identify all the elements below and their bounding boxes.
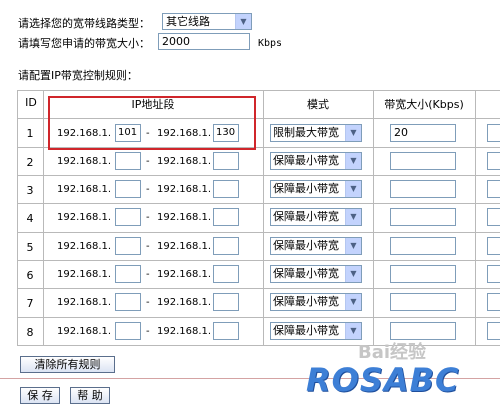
range-dash: - [146, 156, 150, 167]
ip-end-input[interactable] [213, 265, 239, 283]
bandwidth-value-input[interactable] [390, 265, 456, 283]
ip-prefix-start: 192.168.1. [57, 326, 112, 337]
ip-end-input[interactable] [213, 180, 239, 198]
range-dash: - [146, 326, 150, 337]
row-extra-input[interactable] [487, 208, 500, 226]
ip-prefix-end: 192.168.1. [157, 184, 212, 195]
bandwidth-value-input[interactable] [390, 152, 456, 170]
range-dash: - [146, 269, 150, 280]
header-bandwidth: 带宽大小(Kbps) [384, 98, 464, 111]
mode-value: 保障最小带宽 [273, 182, 339, 195]
range-dash: - [146, 212, 150, 223]
row-extra-input[interactable] [487, 124, 500, 142]
ip-prefix-start: 192.168.1. [57, 269, 112, 280]
row-extra-input[interactable] [487, 152, 500, 170]
chevron-down-icon: ▼ [345, 153, 361, 169]
row-id: 2 [26, 156, 34, 169]
mode-select[interactable]: 保障最小带宽 ▼ [270, 293, 362, 311]
mode-value: 保障最小带宽 [273, 295, 339, 308]
ip-start-input[interactable] [115, 293, 141, 311]
bandwidth-value-input[interactable] [390, 237, 456, 255]
chevron-down-icon: ▼ [345, 266, 361, 282]
row-id: 1 [26, 127, 34, 140]
help-button[interactable]: 帮 助 [70, 387, 110, 404]
mode-select[interactable]: 保障最小带宽 ▼ [270, 265, 362, 283]
ip-prefix-end: 192.168.1. [157, 212, 212, 223]
bandwidth-unit: Kbps [258, 38, 283, 49]
header-id: ID [25, 96, 37, 109]
rosabc-logo: ROSABC [306, 361, 460, 399]
ip-prefix-end: 192.168.1. [157, 297, 212, 308]
ip-end-input[interactable] [213, 152, 239, 170]
mode-select[interactable]: 保障最小带宽 ▼ [270, 208, 362, 226]
chevron-down-icon: ▼ [345, 181, 361, 197]
row-extra-input[interactable] [487, 180, 500, 198]
mode-select[interactable]: 保障最小带宽 ▼ [270, 237, 362, 255]
row-id: 6 [26, 269, 34, 282]
line-type-value: 其它线路 [166, 15, 210, 28]
bandwidth-value-input[interactable] [390, 208, 456, 226]
range-dash: - [146, 184, 150, 195]
mode-value: 保障最小带宽 [273, 239, 339, 252]
rules-label: 请配置IP带宽控制规则： [18, 69, 138, 82]
chevron-down-icon: ▼ [345, 238, 361, 254]
row-extra-input[interactable] [487, 293, 500, 311]
mode-select[interactable]: 保障最小带宽 ▼ [270, 152, 362, 170]
ip-start-input[interactable] [115, 322, 141, 340]
header-mode: 模式 [307, 98, 329, 111]
row-extra-input[interactable] [487, 237, 500, 255]
mode-value: 保障最小带宽 [273, 154, 339, 167]
ip-start-input[interactable] [115, 265, 141, 283]
row-id: 4 [26, 212, 34, 225]
row-id: 8 [26, 326, 34, 339]
ip-prefix-start: 192.168.1. [57, 184, 112, 195]
bandwidth-value-input[interactable]: 20 [390, 124, 456, 142]
chevron-down-icon: ▼ [345, 294, 361, 310]
ip-prefix-start: 192.168.1. [57, 297, 112, 308]
ip-start-input[interactable] [115, 208, 141, 226]
row-id: 3 [26, 184, 34, 197]
chevron-down-icon: ▼ [345, 209, 361, 225]
row-id: 5 [26, 241, 34, 254]
chevron-down-icon: ▼ [235, 14, 251, 29]
mode-select[interactable]: 保障最小带宽 ▼ [270, 180, 362, 198]
bandwidth-value-input[interactable] [390, 293, 456, 311]
ip-start-input[interactable] [115, 237, 141, 255]
ip-prefix-end: 192.168.1. [157, 269, 212, 280]
line-type-label: 请选择您的宽带线路类型： [18, 17, 150, 30]
line-type-select[interactable]: 其它线路 ▼ [162, 13, 252, 30]
ip-end-input[interactable] [213, 322, 239, 340]
clear-rules-button[interactable]: 清除所有规则 [20, 356, 115, 373]
ip-end-input[interactable] [213, 237, 239, 255]
ip-prefix-start: 192.168.1. [57, 212, 112, 223]
bandwidth-input[interactable]: 2000 [158, 33, 250, 50]
mode-value: 保障最小带宽 [273, 324, 339, 337]
ip-end-input[interactable] [213, 293, 239, 311]
row-extra-input[interactable] [487, 322, 500, 340]
bandwidth-label: 请填写您申请的带宽大小： [18, 37, 150, 50]
row-extra-input[interactable] [487, 265, 500, 283]
chevron-down-icon: ▼ [345, 125, 361, 141]
save-button[interactable]: 保 存 [20, 387, 60, 404]
mode-value: 保障最小带宽 [273, 267, 339, 280]
range-dash: - [146, 241, 150, 252]
ip-prefix-start: 192.168.1. [57, 241, 112, 252]
ip-prefix-end: 192.168.1. [157, 326, 212, 337]
ip-end-input[interactable] [213, 208, 239, 226]
ip-prefix-start: 192.168.1. [57, 156, 112, 167]
chevron-down-icon: ▼ [345, 323, 361, 339]
ip-prefix-end: 192.168.1. [157, 241, 212, 252]
row-id: 7 [26, 297, 34, 310]
ip-start-input[interactable] [115, 180, 141, 198]
bandwidth-value-input[interactable] [390, 180, 456, 198]
ip-start-input[interactable] [115, 152, 141, 170]
mode-select[interactable]: 限制最大带宽 ▼ [270, 124, 362, 142]
mode-select[interactable]: 保障最小带宽 ▼ [270, 322, 362, 340]
ip-range-highlight [48, 96, 256, 150]
mode-value: 限制最大带宽 [273, 126, 339, 139]
range-dash: - [146, 297, 150, 308]
ip-prefix-end: 192.168.1. [157, 156, 212, 167]
mode-value: 保障最小带宽 [273, 210, 339, 223]
